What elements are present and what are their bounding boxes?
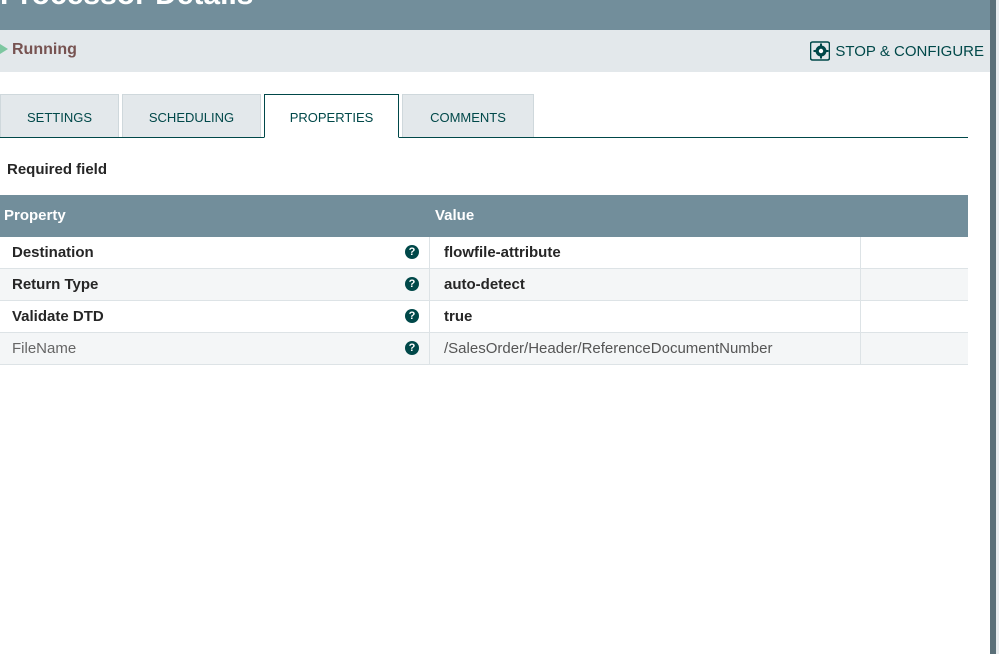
gear-icon [810,41,831,61]
property-value[interactable]: flowfile-attribute [444,244,561,261]
help-icon[interactable]: ? [405,277,419,291]
stop-configure-button[interactable]: STOP & CONFIGURE [810,41,984,61]
property-name: FileName [12,340,77,357]
table-row[interactable]: Validate DTD ? true [0,301,968,333]
help-icon[interactable]: ? [405,341,419,355]
header-value[interactable]: Value [435,207,474,224]
table-row[interactable]: Return Type ? auto-detect [0,269,968,301]
background-canvas-edge [990,0,999,654]
row-actions-cell [861,237,968,268]
property-value[interactable]: true [444,308,472,325]
property-name: Validate DTD [12,308,104,325]
run-state-label: Running [12,41,77,58]
row-actions-cell [861,333,968,364]
table-row[interactable]: FileName ? /SalesOrder/Header/ReferenceD… [0,333,968,365]
required-field-note: Required field [7,161,108,178]
property-value[interactable]: /SalesOrder/Header/ReferenceDocumentNumb… [444,340,772,357]
row-actions-cell [861,269,968,300]
tab-scheduling[interactable]: SCHEDULING [122,94,261,137]
help-icon[interactable]: ? [405,245,419,259]
stop-configure-label: STOP & CONFIGURE [835,42,984,60]
dialog-title: Processor Details [0,0,253,12]
column-divider [429,301,430,332]
header-property[interactable]: Property [4,207,66,224]
status-bar: Running STOP & CONFIGURE [0,30,990,72]
property-value[interactable]: auto-detect [444,276,525,293]
column-divider [429,237,430,268]
help-icon[interactable]: ? [405,309,419,323]
column-divider [429,333,430,364]
row-actions-cell [861,301,968,332]
processor-details-dialog: Processor Details Running STOP & CONFIGU… [0,0,999,654]
tab-settings[interactable]: SETTINGS [0,94,119,137]
tab-comments[interactable]: COMMENTS [402,94,534,137]
tab-bar: SETTINGS SCHEDULING PROPERTIES COMMENTS [0,94,968,138]
properties-table: Property Value Destination ? flowfile-at… [0,195,968,365]
property-name: Destination [12,244,94,261]
table-header: Property Value [0,195,968,237]
dialog-title-bar: Processor Details [0,0,999,30]
running-play-icon [0,44,8,54]
table-row[interactable]: Destination ? flowfile-attribute [0,237,968,269]
column-divider [429,269,430,300]
property-name: Return Type [12,276,99,293]
tab-properties[interactable]: PROPERTIES [264,94,399,138]
